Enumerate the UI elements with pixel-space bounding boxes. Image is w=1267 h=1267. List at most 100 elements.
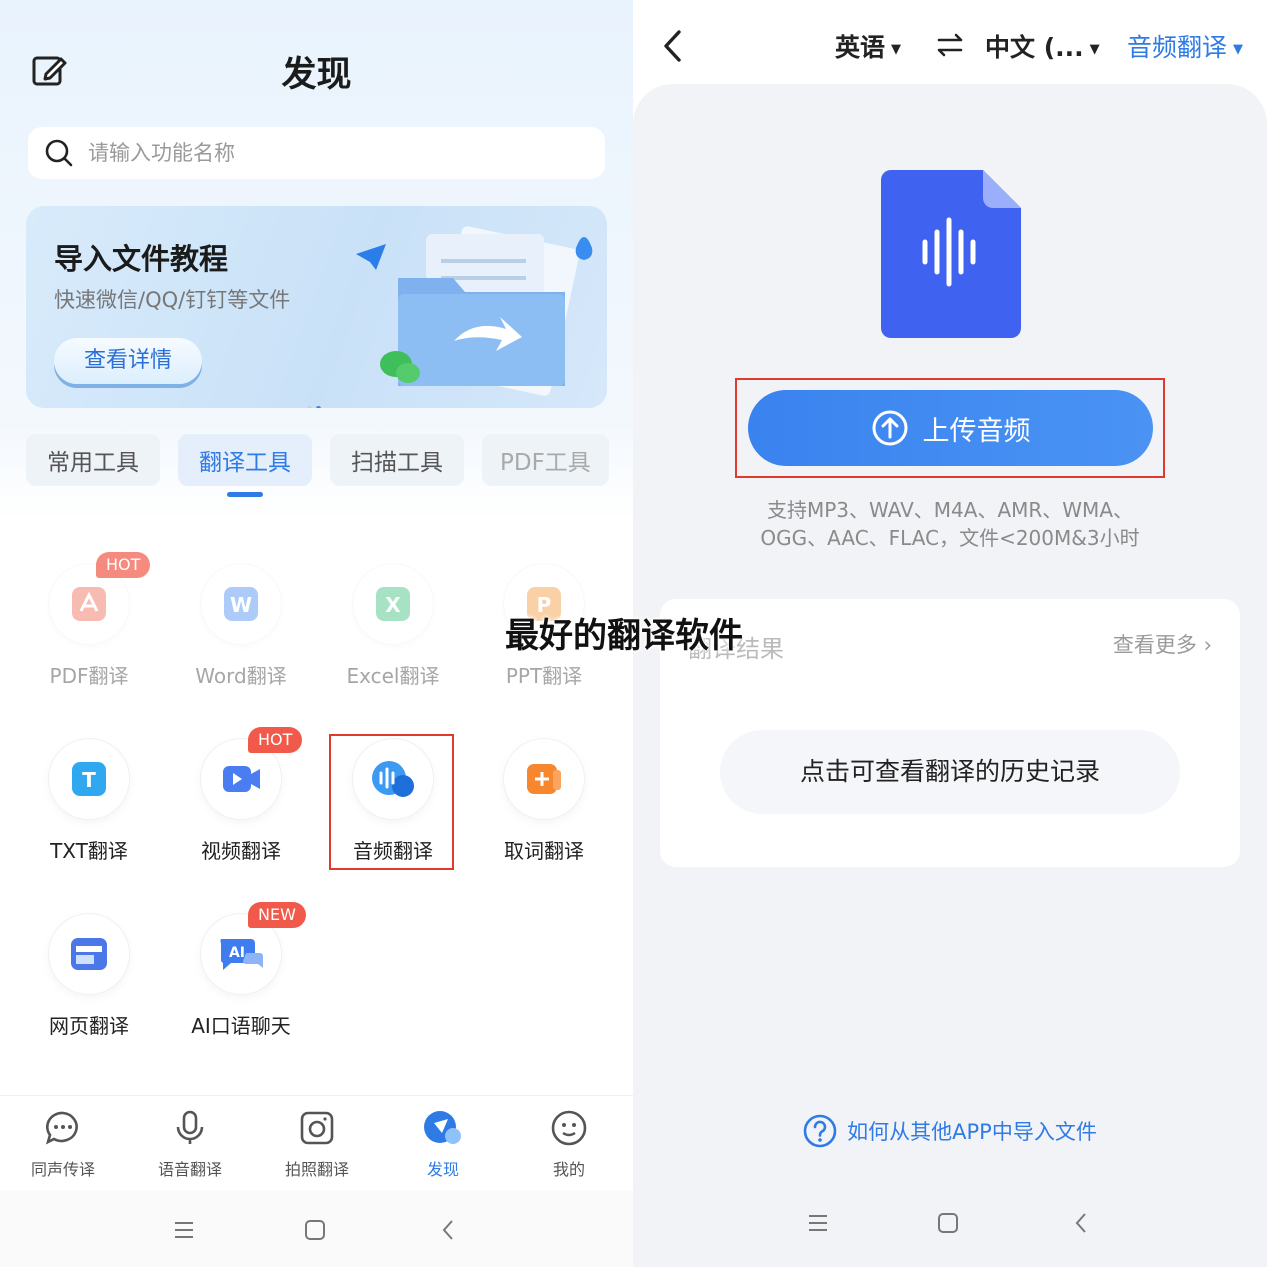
tool-word-translate[interactable]: W Word翻译 (166, 564, 316, 689)
tool-ai-chat[interactable]: AI AI口语聊天 (166, 914, 316, 1039)
tool-label: 视频翻译 (201, 839, 281, 863)
history-button[interactable]: 点击可查看翻译的历史记录 (720, 730, 1180, 814)
view-more-label: 查看更多 (1112, 633, 1197, 657)
video-icon (223, 766, 260, 792)
new-badge: NEW (248, 902, 306, 928)
nav-label: 发现 (426, 1160, 459, 1179)
translation-result-card: 翻译结果 查看更多 › 点击可查看翻译的历史记录 (660, 599, 1240, 867)
view-more-link[interactable]: 查看更多 › (1113, 629, 1212, 659)
word-icon: W (224, 587, 258, 621)
svg-text:W: W (230, 593, 252, 617)
carousel-dot-active[interactable] (316, 406, 321, 408)
folder-illustration-icon (356, 226, 593, 396)
nav-label: 同声传译 (30, 1160, 95, 1179)
search-bar[interactable] (28, 127, 605, 179)
tab-translation-tools[interactable]: 翻译工具 (178, 434, 312, 486)
search-input[interactable] (88, 141, 568, 165)
pdf-icon (72, 587, 106, 621)
system-navigation-bar (0, 1190, 633, 1267)
discover-icon (424, 1111, 461, 1144)
nav-photo-translate[interactable]: 拍照翻译 (262, 1110, 372, 1180)
chat-bubble-icon (45, 1111, 78, 1145)
nav-label: 我的 (552, 1160, 585, 1179)
tool-txt-translate[interactable]: T TXT翻译 (14, 739, 164, 864)
mode-label: 音频翻译 (1126, 33, 1227, 62)
swap-language-icon[interactable] (933, 30, 967, 60)
menu-icon[interactable] (807, 1213, 829, 1233)
target-language-select[interactable]: 中文 (... ▼ (985, 28, 1100, 64)
help-icon (803, 1114, 837, 1148)
top-bar: 英语 ▼ 中文 (... ▼ 音频翻译 ▼ (633, 0, 1267, 90)
chevron-right-icon: › (1203, 633, 1212, 657)
dropdown-caret-icon: ▼ (1089, 41, 1100, 57)
nav-discover[interactable]: 发现 (388, 1110, 498, 1180)
audio-file-icon (881, 170, 1021, 338)
bottom-navigation: 同声传译 语音翻译 拍照翻译 发现 我的 (0, 1095, 633, 1190)
carousel-dots (307, 396, 325, 408)
tab-scan-tools[interactable]: 扫描工具 (330, 434, 464, 486)
word-pick-icon (527, 764, 561, 794)
page-title: 发现 (281, 55, 352, 95)
tab-common-tools[interactable]: 常用工具 (26, 434, 160, 486)
carousel-dot[interactable] (307, 406, 312, 408)
help-link-label: 如何从其他APP中导入文件 (847, 1120, 1097, 1144)
back-nav-icon[interactable] (440, 1218, 456, 1242)
tool-label: Word翻译 (195, 664, 287, 688)
webpage-icon (71, 938, 107, 970)
formats-line-2: OGG、AAC、FLAC，文件<200M&3小时 (760, 526, 1140, 550)
svg-text:AI: AI (229, 945, 245, 961)
nav-label: 拍照翻译 (284, 1160, 349, 1179)
import-tutorial-banner[interactable]: 导入文件教程 快速微信/QQ/钉钉等文件 查看详情 (26, 206, 607, 408)
nav-simultaneous-interpretation[interactable]: 同声传译 (8, 1110, 118, 1180)
formats-line-1: 支持MP3、WAV、M4A、AMR、WMA、 (766, 498, 1133, 522)
txt-icon: T (72, 762, 106, 796)
source-language-select[interactable]: 英语 ▼ (835, 28, 901, 64)
hot-badge: HOT (248, 727, 303, 753)
nav-voice-translate[interactable]: 语音翻译 (135, 1110, 245, 1180)
back-icon[interactable] (657, 26, 691, 66)
tool-video-translate[interactable]: 视频翻译 (166, 739, 316, 864)
nav-label: 语音翻译 (157, 1160, 222, 1179)
nav-profile[interactable]: 我的 (514, 1110, 624, 1180)
tool-label: 取词翻译 (504, 839, 584, 863)
tool-webpage-translate[interactable]: 网页翻译 (14, 914, 164, 1039)
tool-label: AI口语聊天 (191, 1014, 291, 1038)
hot-badge: HOT (96, 552, 151, 578)
microphone-icon (176, 1110, 204, 1144)
mode-select[interactable]: 音频翻译 ▼ (1127, 28, 1243, 64)
upload-audio-button[interactable]: 上传音频 (748, 390, 1153, 466)
banner-title: 导入文件教程 (54, 242, 229, 276)
svg-text:X: X (385, 593, 401, 617)
home-icon[interactable] (304, 1219, 326, 1241)
tool-word-pick-translate[interactable]: 取词翻译 (469, 739, 619, 864)
search-icon (45, 139, 73, 167)
audio-translate-highlight (329, 734, 454, 870)
ai-chat-icon: AI (220, 939, 263, 970)
tool-label: PDF翻译 (49, 664, 129, 688)
overlay-caption: 最好的翻译软件 (505, 616, 743, 656)
banner-subtitle: 快速微信/QQ/钉钉等文件 (54, 288, 291, 312)
supported-formats: 支持MP3、WAV、M4A、AMR、WMA、 OGG、AAC、FLAC，文件<2… (633, 496, 1267, 552)
import-help-link[interactable]: 如何从其他APP中导入文件 (633, 1114, 1267, 1148)
tool-excel-translate[interactable]: X Excel翻译 (318, 564, 468, 689)
tab-pdf-tools[interactable]: PDF工具 (482, 434, 609, 486)
tool-tabs: 常用工具 翻译工具 扫描工具 PDF工具 (26, 434, 627, 486)
system-navigation-bar (633, 1187, 1267, 1267)
menu-icon[interactable] (173, 1220, 195, 1240)
upload-audio-label: 上传音频 (922, 415, 1031, 447)
tool-label: TXT翻译 (50, 839, 128, 863)
source-language: 英语 (835, 33, 886, 62)
target-language: 中文 (... (985, 33, 1084, 62)
back-nav-icon[interactable] (1073, 1211, 1089, 1235)
dropdown-caret-icon: ▼ (891, 41, 902, 57)
tool-pdf-translate[interactable]: PDF翻译 (14, 564, 164, 689)
view-details-button[interactable]: 查看详情 (54, 338, 202, 384)
home-icon[interactable] (937, 1212, 959, 1234)
camera-icon (300, 1111, 334, 1145)
tool-label: 网页翻译 (49, 1014, 129, 1038)
profile-icon (551, 1110, 587, 1146)
svg-text:T: T (82, 768, 96, 792)
tool-label: PPT翻译 (505, 664, 583, 688)
active-tab-indicator (227, 492, 263, 497)
dropdown-caret-icon: ▼ (1233, 41, 1243, 57)
